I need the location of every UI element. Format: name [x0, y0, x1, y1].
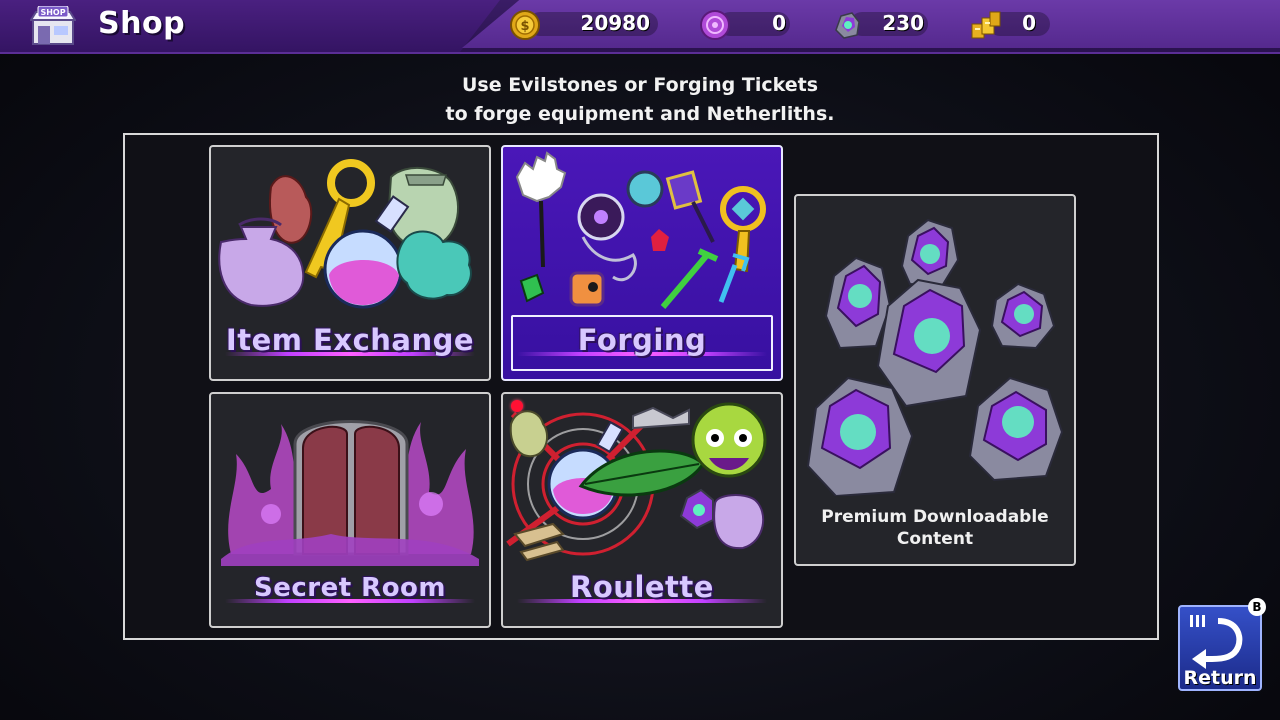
- item-exchange-button[interactable]: Item Exchange: [209, 145, 491, 381]
- item-exchange-label: Item Exchange: [225, 323, 475, 357]
- gold-coin-value: 20980: [580, 11, 650, 35]
- forging-ticket-icon: [971, 11, 1001, 39]
- return-button[interactable]: Return: [1178, 605, 1262, 691]
- shop-icon: SHOP: [30, 6, 76, 45]
- evilstone-icon: [835, 12, 860, 39]
- page-title: Shop: [98, 6, 186, 41]
- forging-label: Forging: [577, 323, 707, 357]
- new-indicator-dot: [511, 400, 523, 412]
- purple-medal-value: 0: [772, 11, 786, 35]
- return-label: Return: [1183, 667, 1257, 689]
- premium-dlc-button[interactable]: Premium Downloadable Content: [794, 194, 1076, 566]
- secret-room-label: Secret Room: [253, 573, 447, 603]
- evilstone-counter: 230: [832, 10, 932, 39]
- svg-text:$: $: [520, 19, 529, 34]
- forging-button[interactable]: Forging: [501, 145, 783, 381]
- shop-menu-frame: Item Exchange Forging Secret Room Roulet…: [123, 133, 1159, 640]
- gold-coin-icon: $: [510, 10, 540, 40]
- forging-ticket-value: 0: [1022, 11, 1036, 35]
- b-button-hint: B: [1248, 598, 1266, 616]
- return-arrow-icon: [1190, 615, 1243, 669]
- instruction-line-1: Use Evilstones or Forging Tickets: [461, 74, 819, 96]
- premium-dlc-art: [806, 218, 1064, 496]
- purple-medal-counter: 0: [700, 10, 790, 40]
- gold-coin-counter: $ 20980: [510, 10, 660, 40]
- roulette-label: Roulette: [570, 570, 714, 604]
- premium-dlc-label: Premium Downloadable Content: [821, 507, 1049, 549]
- forging-ticket-counter: 0: [970, 10, 1060, 39]
- svg-text:SHOP: SHOP: [40, 8, 65, 17]
- roulette-button[interactable]: Roulette: [501, 392, 783, 628]
- instruction-line-2: to forge equipment and Netherliths.: [445, 103, 835, 125]
- evilstone-cluster-icon: [806, 218, 1064, 496]
- evilstone-value: 230: [882, 11, 924, 35]
- purple-medal-icon: [700, 10, 730, 40]
- secret-room-button[interactable]: Secret Room: [209, 392, 491, 628]
